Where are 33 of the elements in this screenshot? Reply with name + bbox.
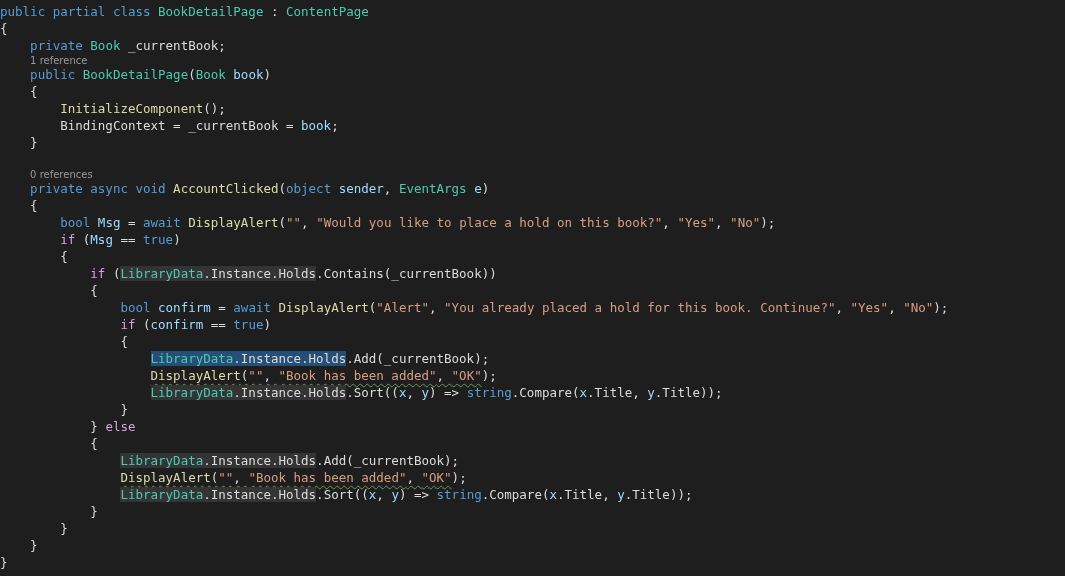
code-line: bool Msg = await DisplayAlert("", "Would you like to place a hold on this book?", "Yes", "No"); (59, 214, 776, 231)
code-line: { (119, 333, 128, 350)
code-line: { (59, 248, 68, 265)
code-line: { (29, 83, 38, 100)
code-line: } (29, 537, 38, 554)
code-line: if (Msg == true) (59, 231, 181, 248)
code-line: InitializeComponent(); (59, 100, 226, 117)
code-line: private async void AccountClicked(object sender, EventArgs e) (29, 180, 490, 197)
code-line: public BookDetailPage(Book book) (29, 66, 271, 83)
code-line: BindingContext = _currentBook = book; (59, 117, 339, 134)
code-line: { (89, 282, 98, 299)
code-line: DisplayAlert("", "Book has been added", "OK"); (119, 469, 467, 486)
code-line: LibraryData.Instance.Holds.Add(_currentBook); (119, 452, 460, 469)
code-line: if (LibraryData.Instance.Holds.Contains(_currentBook)) (89, 265, 497, 282)
code-line: private Book _currentBook; (29, 37, 226, 54)
code-line: } (89, 503, 98, 520)
code-line: if (confirm == true) (119, 316, 271, 333)
code-line: LibraryData.Instance.Holds.Sort((x, y) => string.Compare(x.Title, y.Title)); (119, 486, 693, 503)
code-lens-references[interactable]: 0 references (0, 168, 93, 180)
code-line: LibraryData.Instance.Holds.Sort((x, y) => string.Compare(x.Title, y.Title)); (149, 384, 723, 401)
code-line: } (0, 554, 8, 571)
code-lens-references[interactable]: 1 reference (0, 54, 88, 66)
code-line: } else (89, 418, 136, 435)
code-line: } (29, 134, 38, 151)
code-line: { (89, 435, 98, 452)
code-line: DisplayAlert("", "Book has been added", "OK"); (149, 367, 497, 384)
code-line: public partial class BookDetailPage : ContentPage (0, 3, 369, 20)
code-line: { (0, 20, 8, 37)
code-line: } (119, 401, 128, 418)
code-line: LibraryData.Instance.Holds.Add(_currentBook); (149, 350, 490, 367)
code-line: { (29, 197, 38, 214)
code-line: bool confirm = await DisplayAlert("Alert", "You already placed a hold for this book. Continue?", "Yes", "No"); (119, 299, 949, 316)
code-line: } (59, 520, 68, 537)
